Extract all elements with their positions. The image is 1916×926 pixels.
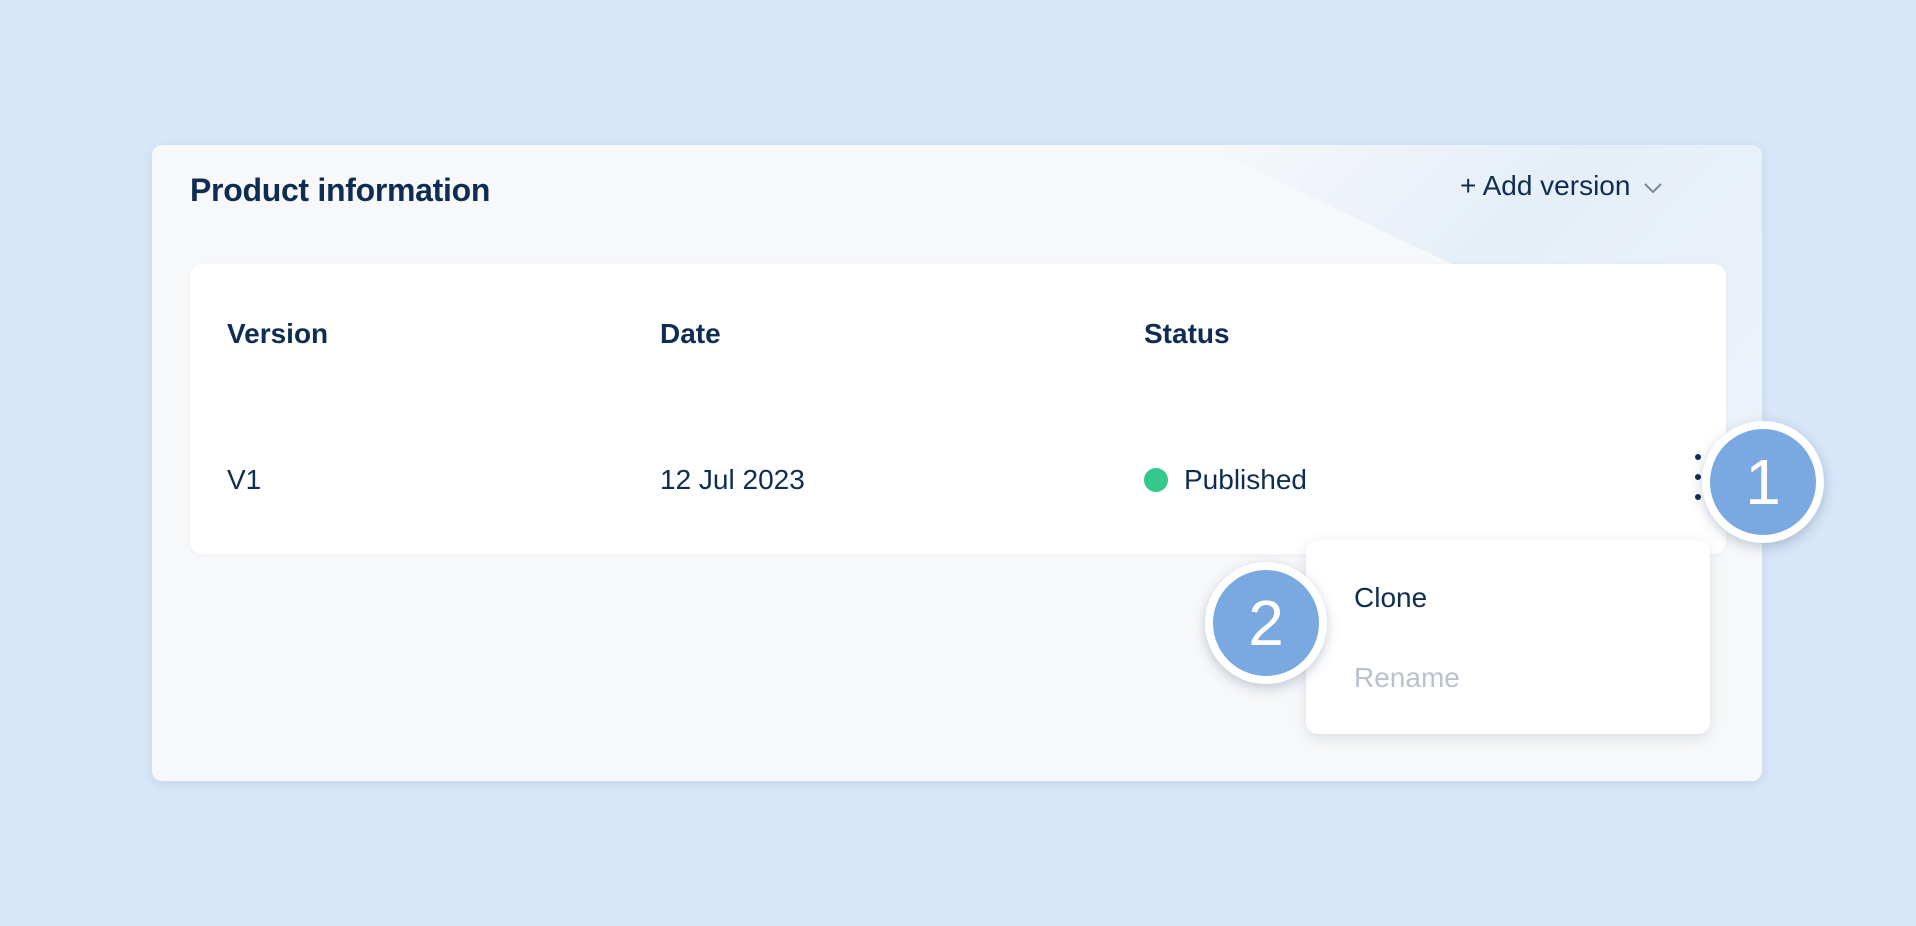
row-actions-menu: Clone Rename (1306, 540, 1710, 734)
menu-item-rename: Rename (1354, 662, 1460, 693)
kebab-dot (1695, 454, 1701, 460)
column-header-status: Status (1144, 318, 1230, 349)
row-version-cell: V1 (227, 464, 262, 495)
step-marker-2: 2 (1205, 562, 1327, 684)
chevron-down-icon (1644, 183, 1663, 194)
versions-table: Version Date Status V1 12 Jul 2023 Publi… (190, 264, 1726, 554)
menu-item-clone[interactable]: Clone (1354, 582, 1427, 614)
step-marker-1: 1 (1702, 421, 1824, 543)
card-title: Product information (190, 172, 491, 208)
status-dot-icon (1144, 468, 1168, 492)
column-header-version: Version (227, 318, 329, 349)
add-version-button[interactable]: + Add version (1460, 170, 1664, 202)
row-date-cell: 12 Jul 2023 (660, 464, 805, 495)
row-status-cell: Published (1144, 464, 1307, 496)
kebab-dot (1695, 494, 1701, 500)
column-header-date: Date (660, 318, 721, 349)
add-version-label: + Add version (1460, 170, 1631, 201)
status-label: Published (1184, 464, 1307, 495)
screenshot-canvas: Product information + Add version Versio… (0, 0, 1916, 926)
kebab-dot (1695, 474, 1701, 480)
